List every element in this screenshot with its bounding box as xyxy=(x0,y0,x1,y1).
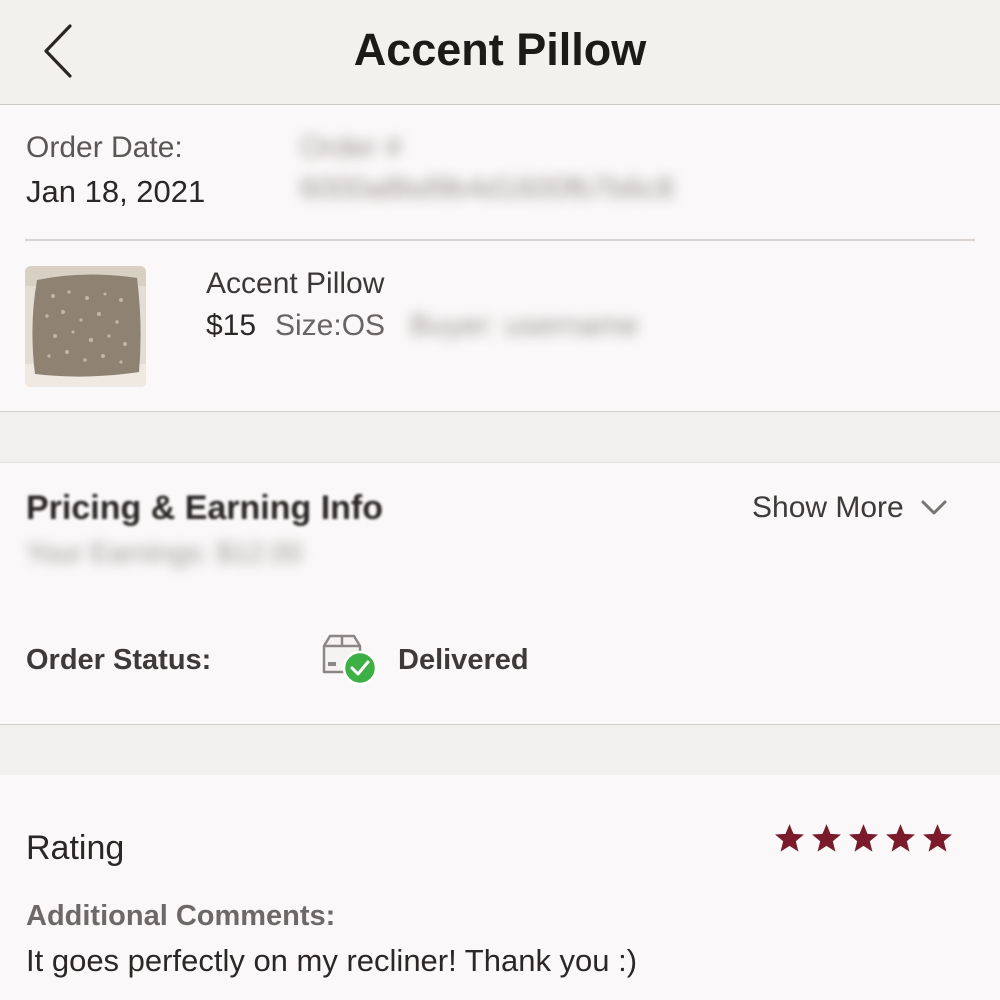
order-date-value: Jan 18, 2021 xyxy=(26,174,206,209)
pricing-earning-panel: Pricing & Earning Info Your Earnings: $1… xyxy=(0,462,1000,603)
comments-text: It goes perfectly on my recliner! Thank … xyxy=(26,943,638,978)
star-icon xyxy=(849,824,878,852)
order-number-value: 6000a8bd9b4d1600fb7b6c8 xyxy=(300,172,674,205)
rating-label: Rating xyxy=(26,829,125,867)
order-summary-panel: Order Date: Jan 18, 2021 Order # 6000a8b… xyxy=(0,105,1000,412)
star-icon xyxy=(886,824,915,852)
pricing-title: Pricing & Earning Info xyxy=(26,489,384,527)
pillow-image xyxy=(25,266,146,387)
item-size: Size:OS xyxy=(275,309,386,342)
star-icon xyxy=(775,824,804,852)
order-status-label: Order Status: xyxy=(26,644,212,676)
package-delivered-icon xyxy=(318,632,380,688)
show-more-label: Show More xyxy=(752,491,904,524)
star-icon xyxy=(812,824,841,852)
page-title: Accent Pillow xyxy=(353,24,647,75)
item-title[interactable]: Accent Pillow xyxy=(206,267,384,301)
order-date-label: Order Date: xyxy=(26,131,183,164)
show-more-button[interactable]: Show More xyxy=(752,491,948,525)
comments-label: Additional Comments: xyxy=(26,900,336,932)
divider xyxy=(25,239,975,241)
earnings-summary: Your Earnings: $12.00 xyxy=(26,537,303,568)
buyer-info: Buyer: username xyxy=(410,309,639,342)
order-number-label: Order # xyxy=(300,131,402,164)
review-panel: Rating Additional Comments: It goes perf… xyxy=(0,775,1000,1000)
order-status-panel: Order Status: Delivered xyxy=(0,602,1000,725)
item-price: $15 xyxy=(206,309,257,342)
star-icon xyxy=(923,824,952,852)
star-rating xyxy=(773,822,954,855)
chevron-down-icon xyxy=(921,500,947,515)
order-status-value: Delivered xyxy=(398,644,529,676)
top-bar: Accent Pillow xyxy=(0,0,1000,105)
product-thumbnail[interactable] xyxy=(25,266,146,387)
